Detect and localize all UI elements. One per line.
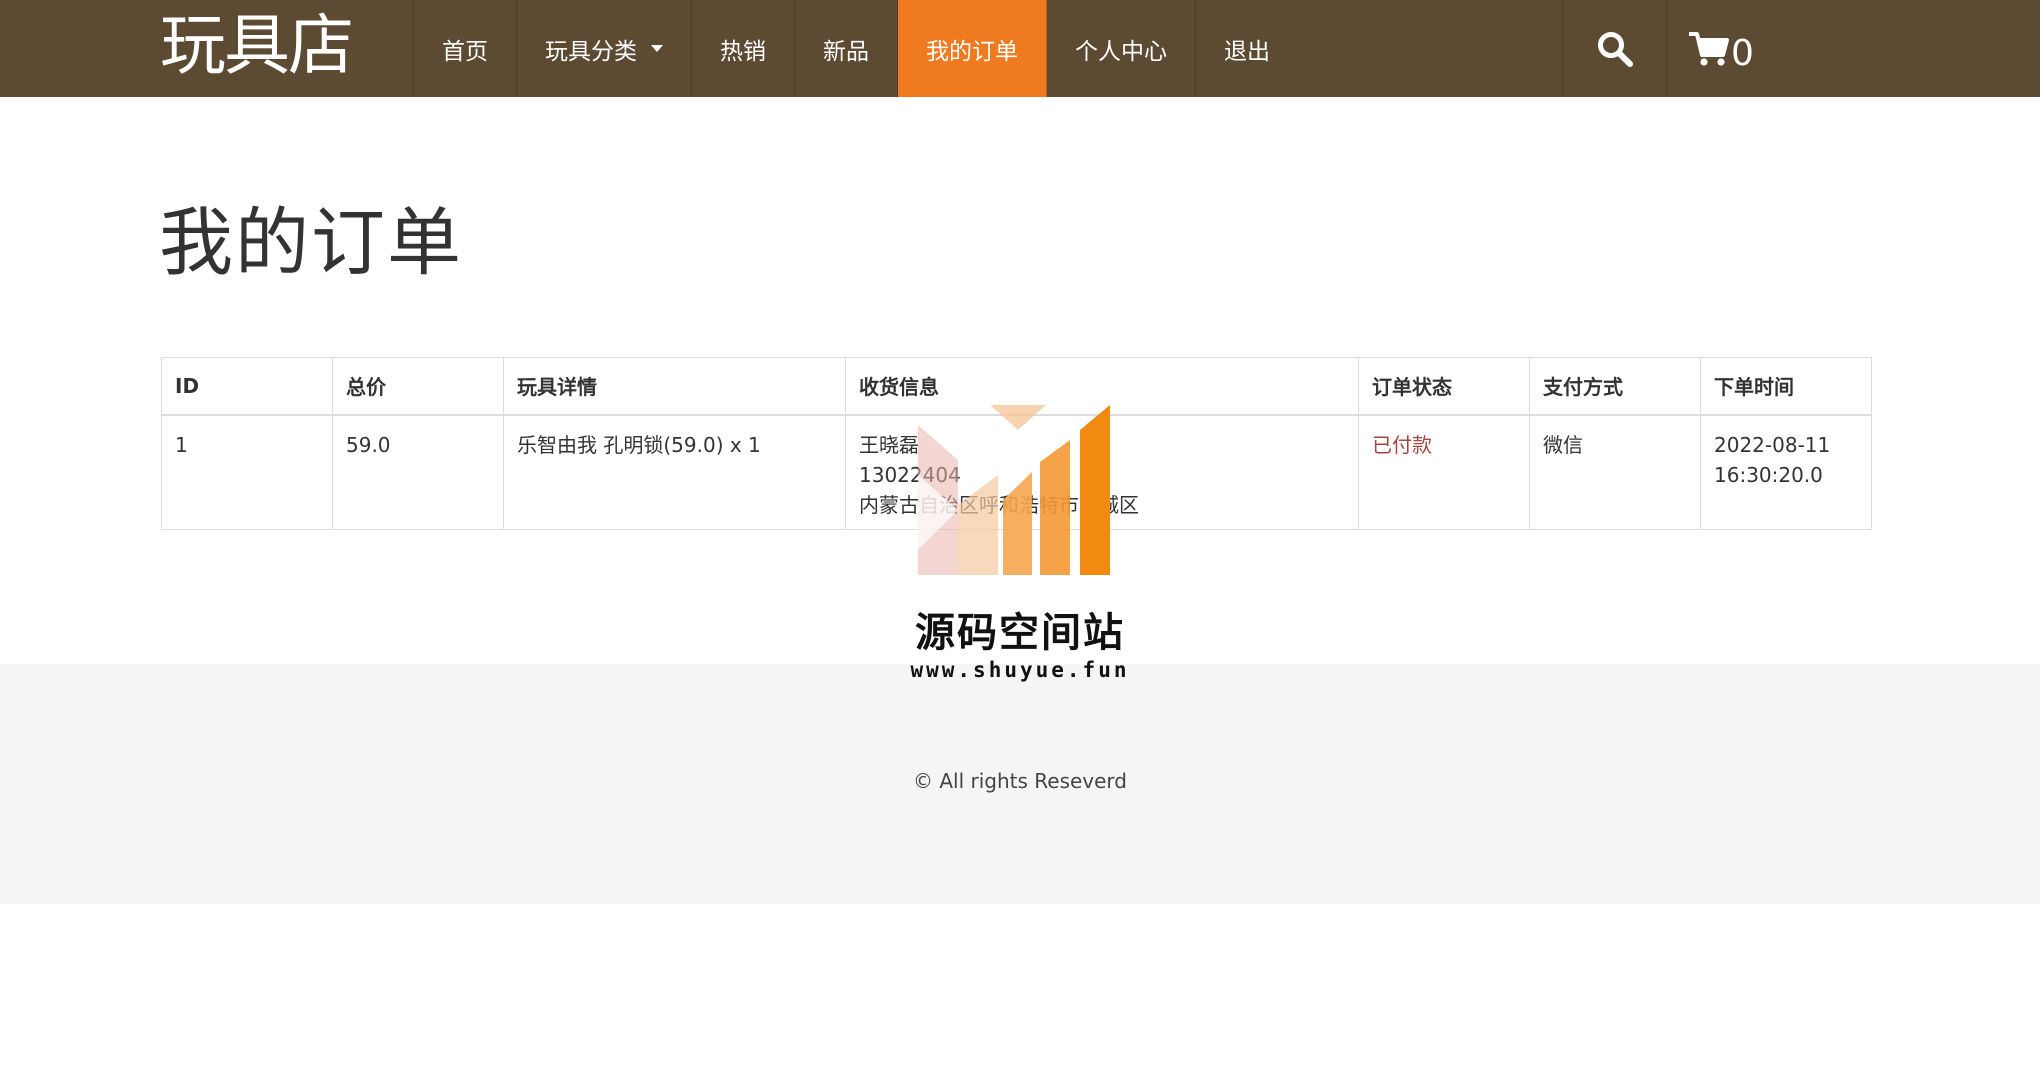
nav-item-logout[interactable]: 退出 <box>1196 0 1298 97</box>
order-payment-cell: 微信 <box>1529 414 1701 530</box>
recipient-name: 王晓磊 <box>859 432 919 457</box>
search-icon <box>1597 31 1633 67</box>
order-id-cell: 1 <box>161 414 333 530</box>
order-date: 2022-08-11 <box>1714 432 1831 457</box>
page-footer: © All rights Reseverd <box>0 664 2040 904</box>
order-time-cell: 2022-08-11 16:30:20.0 <box>1700 414 1872 530</box>
cart-button[interactable]: 0 <box>1667 0 1774 97</box>
copyright-text: © All rights Reseverd <box>912 769 1127 793</box>
main-nav-menu: 首页 玩具分类 热销 新品 我的订单 个人中心 退出 <box>413 0 1298 97</box>
recipient-phone: 13022404 <box>859 462 961 487</box>
nav-item-my-orders[interactable]: 我的订单 <box>898 0 1047 97</box>
column-header-order-time: 下单时间 <box>1700 357 1872 416</box>
nav-item-hot-sale[interactable]: 热销 <box>692 0 795 97</box>
recipient-address: 内蒙古自治区呼和浩特市新城区 <box>859 492 1139 517</box>
nav-item-toy-categories-label: 玩具分类 <box>545 38 637 65</box>
nav-item-toy-categories-dropdown[interactable]: 玩具分类 <box>517 0 692 97</box>
order-time: 16:30:20.0 <box>1714 462 1823 487</box>
column-header-id: ID <box>161 357 333 416</box>
nav-item-personal-center[interactable]: 个人中心 <box>1047 0 1196 97</box>
caret-down-icon <box>651 45 663 52</box>
cart-icon <box>1689 31 1729 66</box>
nav-item-home[interactable]: 首页 <box>414 0 517 97</box>
column-header-toy-details: 玩具详情 <box>503 357 846 416</box>
column-header-order-status: 订单状态 <box>1358 357 1530 416</box>
nav-right-actions: 0 <box>1562 0 1774 97</box>
page-title: 我的订单 <box>159 200 463 286</box>
table-header-row: ID 总价 玩具详情 收货信息 订单状态 支付方式 下单时间 <box>161 357 1872 416</box>
column-header-payment-method: 支付方式 <box>1529 357 1701 416</box>
order-status-cell: 已付款 <box>1358 414 1530 530</box>
watermark-title: 源码空间站 <box>915 610 1125 656</box>
brand-logo-link[interactable]: 玩具店 <box>160 4 354 88</box>
search-button[interactable] <box>1563 0 1667 97</box>
column-header-shipping-info: 收货信息 <box>845 357 1359 416</box>
order-total-cell: 59.0 <box>332 414 504 530</box>
order-shipping-cell: 王晓磊 13022404 内蒙古自治区呼和浩特市新城区 <box>845 414 1359 530</box>
column-header-total: 总价 <box>332 357 504 416</box>
orders-table: ID 总价 玩具详情 收货信息 订单状态 支付方式 下单时间 1 59.0 乐智… <box>161 357 1872 530</box>
table-row: 1 59.0 乐智由我 孔明锁(59.0) x 1 王晓磊 13022404 内… <box>161 414 1872 530</box>
order-detail-cell: 乐智由我 孔明锁(59.0) x 1 <box>503 414 846 530</box>
top-navbar: 玩具店 首页 玩具分类 热销 新品 我的订单 个人中心 退出 0 <box>0 0 2040 97</box>
nav-item-new-products[interactable]: 新品 <box>795 0 898 97</box>
cart-count-badge: 0 <box>1731 32 1754 74</box>
